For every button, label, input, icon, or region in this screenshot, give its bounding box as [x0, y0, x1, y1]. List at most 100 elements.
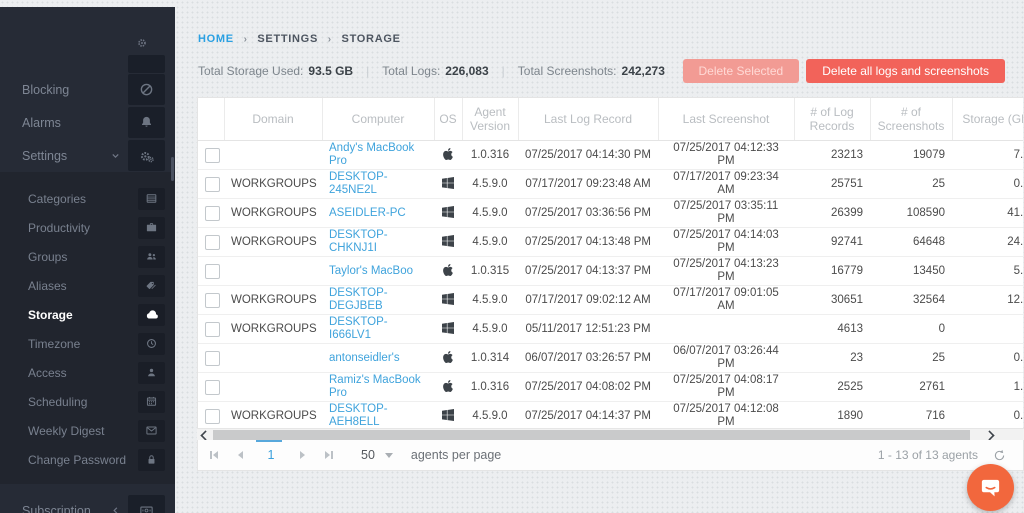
computer-link[interactable]: Andy's MacBook Pro	[329, 142, 414, 167]
computer-cell: Andy's MacBook Pro	[322, 141, 434, 170]
windows-os-icon	[442, 409, 454, 421]
sidebar-item-groups[interactable]: Groups	[0, 242, 175, 271]
sidebar-item-productivity[interactable]: Productivity	[0, 213, 175, 242]
column-header-last-screenshot[interactable]: Last Screenshot	[657, 98, 794, 141]
sidebar-item-aliases[interactable]: Aliases	[0, 271, 175, 300]
settings-gear-icon[interactable]	[136, 37, 148, 49]
row-select-cell	[198, 401, 224, 428]
row-select-cell	[198, 372, 224, 402]
next-page-button[interactable]	[295, 447, 309, 463]
chevron-down-icon	[109, 149, 122, 162]
computer-link[interactable]: ASEIDLER-PC	[329, 207, 406, 219]
log-records-cell: 16779	[794, 256, 870, 286]
clock-icon	[138, 332, 165, 355]
row-select-cell	[198, 285, 224, 315]
computer-link[interactable]: Ramiz's MacBook Pro	[329, 374, 421, 399]
row-checkbox[interactable]	[205, 263, 220, 279]
computer-cell: Taylor's MacBoo	[322, 256, 434, 286]
computer-cell: ASEIDLER-PC	[322, 198, 434, 228]
column-header-domain[interactable]: Domain	[223, 98, 322, 141]
os-cell	[434, 372, 462, 402]
storage-cell: 24.94	[952, 227, 1023, 257]
storage-cell: 5.19	[952, 256, 1023, 286]
computer-link[interactable]: DESKTOP-DEGJBEB	[329, 287, 388, 312]
os-cell	[434, 343, 462, 373]
sidebar-item-categories[interactable]: Categories	[0, 184, 175, 213]
sidebar-item-change-password[interactable]: Change Password	[0, 445, 175, 474]
column-header-os[interactable]: OS	[433, 98, 462, 141]
screenshots-cell: 2761	[870, 372, 952, 402]
row-checkbox[interactable]	[205, 408, 220, 424]
column-header-computer[interactable]: Computer	[321, 98, 434, 141]
gears-icon	[128, 140, 165, 171]
sidebar-item-settings[interactable]: Settings	[0, 139, 175, 172]
row-select-cell	[198, 141, 224, 170]
column-header-storage[interactable]: Storage (GB)	[951, 98, 1023, 141]
agent-version-cell: 4.5.9.0	[462, 227, 518, 257]
breadcrumb-settings[interactable]: SETTINGS	[257, 33, 318, 45]
table-row: WORKGROUPS DESKTOP-CHKNJ1I 4.5.9.0 07/25/20…	[198, 227, 1023, 257]
log-records-cell: 23	[794, 343, 870, 373]
computer-link[interactable]: Taylor's MacBoo	[329, 265, 413, 277]
windows-os-icon	[442, 206, 454, 218]
sidebar-item-timezone[interactable]: Timezone	[0, 329, 175, 358]
last-page-button[interactable]	[322, 447, 336, 463]
windows-os-icon	[442, 322, 454, 334]
stat-label: Total Screenshots:	[517, 64, 617, 78]
scrollbar-thumb[interactable]	[213, 430, 970, 440]
last-log-record-cell: 07/17/2017 09:23:48 AM	[518, 169, 658, 199]
sidebar-item-storage[interactable]: Storage	[0, 300, 175, 329]
computer-link[interactable]: DESKTOP-CHKNJ1I	[329, 229, 388, 254]
sidebar-item-scheduling[interactable]: Scheduling	[0, 387, 175, 416]
computer-link[interactable]: DESKTOP-I666LV1	[329, 316, 388, 341]
first-page-button[interactable]	[206, 447, 220, 463]
sidebar: Blocking Alarms Settings Categories Prod…	[0, 7, 175, 513]
agent-version-cell: 4.5.9.0	[462, 169, 518, 199]
domain-cell	[224, 141, 322, 170]
column-header-agent-version[interactable]: Agent Version	[461, 98, 518, 141]
computer-link[interactable]: antonseidler's	[329, 352, 400, 364]
pager: 1 50 agents per page 1 - 13 of 13 agents	[197, 440, 1024, 471]
sidebar-item-subscription[interactable]: Subscription	[0, 494, 175, 513]
apple-os-icon	[442, 351, 454, 363]
sidebar-item-weekly-digest[interactable]: Weekly Digest	[0, 416, 175, 445]
computer-link[interactable]: DESKTOP-AEH8ELL	[329, 403, 388, 428]
page-size-dropdown[interactable]: 50	[361, 448, 393, 462]
refresh-icon[interactable]	[992, 448, 1007, 463]
bell-icon	[128, 107, 165, 138]
hidden-item-icon	[128, 55, 165, 73]
sidebar-item-alarms[interactable]: Alarms	[0, 106, 175, 139]
chat-launcher-button[interactable]	[967, 464, 1014, 511]
sidebar-scrollbar-thumb[interactable]	[171, 157, 174, 181]
column-header-screenshots[interactable]: # of Screenshots	[869, 98, 952, 141]
screenshots-cell: 19079	[913, 148, 945, 161]
sidebar-item-blocking[interactable]: Blocking	[0, 73, 175, 106]
breadcrumb-home[interactable]: HOME	[198, 33, 234, 45]
row-checkbox[interactable]	[205, 292, 220, 308]
horizontal-scrollbar	[197, 428, 1024, 441]
row-checkbox[interactable]	[205, 176, 220, 192]
last-screenshot-cell: 07/17/2017 09:01:05 AM	[658, 285, 794, 315]
table-row: WORKGROUPS DESKTOP-AEH8ELL 4.5.9.0 07/25/20…	[198, 401, 1023, 428]
row-checkbox[interactable]	[205, 350, 220, 366]
column-header-last-log[interactable]: Last Log Record	[517, 98, 658, 141]
computer-link[interactable]: DESKTOP-245NE2L	[329, 171, 388, 196]
row-checkbox[interactable]	[205, 147, 220, 163]
sidebar-item-partial[interactable]	[0, 55, 175, 73]
agent-version-cell: 4.5.9.0	[462, 401, 518, 428]
row-checkbox[interactable]	[205, 321, 220, 337]
row-checkbox[interactable]	[205, 379, 220, 395]
column-header-log-records[interactable]: # of Log Records	[793, 98, 870, 141]
delete-all-button[interactable]: Delete all logs and screenshots	[806, 59, 1005, 83]
page-number[interactable]: 1	[260, 448, 282, 462]
current-page-indicator	[256, 440, 282, 442]
chat-bubble-icon	[981, 479, 1000, 497]
delete-selected-button[interactable]: Delete Selected	[682, 59, 800, 83]
row-checkbox[interactable]	[205, 205, 220, 221]
sidebar-item-access[interactable]: Access	[0, 358, 175, 387]
row-checkbox[interactable]	[205, 234, 220, 250]
previous-page-button[interactable]	[233, 447, 247, 463]
log-records-cell: 1890	[794, 401, 870, 428]
log-records-cell: 4613	[794, 314, 870, 344]
last-log-record-cell: 05/11/2017 12:51:23 PM	[518, 314, 658, 344]
